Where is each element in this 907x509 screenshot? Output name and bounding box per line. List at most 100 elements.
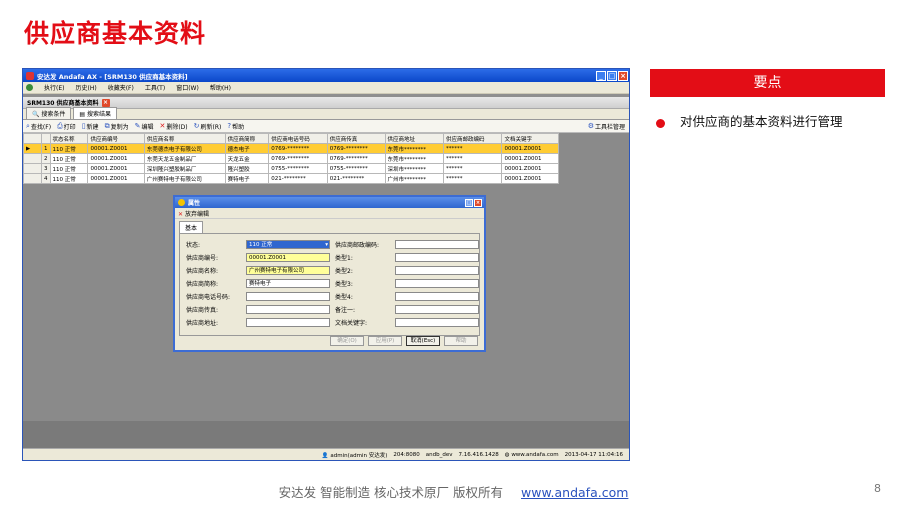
maximize-button[interactable]: □ (607, 70, 617, 81)
window-titlebar[interactable]: 安达发 Andafa AX - [SRM130 供应商基本资料] _ □ × (23, 69, 629, 82)
table-row[interactable]: 3 110 正常 00001.Z0001 深圳隆兴塑胶制品厂 隆兴塑胶 0755… (23, 163, 559, 174)
refresh-icon: ↻ (193, 122, 200, 130)
gear-icon: ⚙ (587, 122, 594, 130)
menu-bar: 执行(E) 历史(H) 收藏夹(F) 工具(T) 窗口(W) 帮助(H) (23, 82, 629, 94)
tab-search-results[interactable]: ▤ 搜索结果 (73, 107, 118, 119)
supplier-name-input[interactable]: 广州赛特电子有限公司 (246, 265, 330, 275)
dialog-form: 状态: 110 正常 ▾ 供应商编号: 00001.Z0001 供应商名称: 广州… (179, 233, 480, 336)
supplier-short-input[interactable]: 赛特电子 (246, 278, 330, 288)
postcode-label: 供应商邮政编码: (335, 241, 380, 249)
menu-help[interactable]: 帮助(H) (210, 83, 231, 92)
type4-input[interactable] (395, 291, 479, 301)
results-grid: 状态名称 供应商编号 供应商名称 供应商简称 供应商电话号码 供应商传真 供应商… (23, 133, 559, 184)
header-phone[interactable]: 供应商电话号码 (268, 133, 328, 144)
delete-button[interactable]: ✕ 删除(D) (159, 122, 187, 131)
menu-history[interactable]: 历史(H) (75, 83, 96, 92)
cancel-button[interactable]: 取消(Esc) (406, 336, 440, 346)
postcode-input[interactable] (395, 239, 479, 249)
slide-footer: 安达发 智能制造 核心技术原厂 版权所有 www.andafa.com (0, 482, 907, 501)
app-window: 安达发 Andafa AX - [SRM130 供应商基本资料] _ □ × 执… (22, 68, 630, 461)
close-button[interactable]: × (618, 70, 628, 81)
dialog-max-button[interactable]: □ (465, 198, 473, 207)
find-button[interactable]: ⌕ 查找(F) (26, 122, 51, 131)
ok-button[interactable]: 确定(O) (330, 336, 364, 346)
dialog-titlebar[interactable]: 属性 □ × (175, 197, 484, 208)
status-site: ◍ www.andafa.com (504, 451, 559, 458)
header-supplier-short[interactable]: 供应商简称 (224, 133, 270, 144)
table-row[interactable]: 2 110 正常 00001.Z0001 东莞天龙五金制品厂 天龙五金 0769… (23, 153, 559, 164)
delete-icon: ✕ (159, 122, 166, 130)
header-postcode[interactable]: 供应商邮政编码 (442, 133, 503, 144)
field-row: 供应商传真: (186, 304, 330, 314)
tab-basic[interactable]: 基本 (179, 221, 204, 233)
status-ip: 7.16.416.1428 (458, 451, 499, 458)
dialog-close-button[interactable]: × (474, 198, 482, 207)
discard-edit-button[interactable]: ✕ 放弃编辑 (178, 209, 209, 218)
grid-area: 状态名称 供应商编号 供应商名称 供应商简称 供应商电话号码 供应商传真 供应商… (23, 133, 629, 421)
refresh-button[interactable]: ↻ 刷新(R) (194, 122, 222, 131)
new-doc-icon: ▯ (81, 122, 86, 130)
edit-button[interactable]: ✎ 编辑 (135, 122, 154, 131)
fax-input[interactable] (246, 304, 330, 314)
toolbar-manage-button[interactable]: ⚙ 工具栏管理 (588, 122, 625, 131)
globe-icon: ◍ (504, 451, 510, 458)
dialog-help-button[interactable]: 帮助 (444, 336, 478, 346)
remark-input[interactable] (395, 304, 479, 314)
mdi-close-button[interactable]: × (101, 98, 110, 107)
tab-search-conditions[interactable]: 🔍 搜索条件 (26, 107, 72, 119)
search-icon: 🔍 (32, 111, 40, 118)
header-supplier-name[interactable]: 供应商名称 (143, 133, 226, 144)
menu-execute[interactable]: 执行(E) (44, 83, 64, 92)
help-icon: ? (227, 122, 232, 130)
header-rownum (41, 133, 51, 144)
discard-icon: ✕ (178, 210, 184, 218)
bullet-dot-icon (656, 119, 665, 128)
supplier-code-input[interactable]: 00001.Z0001 (246, 252, 330, 262)
bullet-text: 对供应商的基本资料进行管理 (680, 114, 843, 129)
run-icon (26, 84, 33, 91)
copy-as-button[interactable]: ⧉ 复制为 (105, 122, 129, 131)
minimize-button[interactable]: _ (596, 70, 606, 81)
table-row[interactable]: ▶ 1 110 正常 00001.Z0001 东莞德杰电子有限公司 德杰电子 0… (23, 143, 559, 154)
menu-favorites[interactable]: 收藏夹(F) (108, 83, 134, 92)
row-pointer-icon: ▶ (23, 143, 42, 154)
status-select[interactable]: 110 正常 ▾ (246, 239, 330, 249)
footer-link[interactable]: www.andafa.com (521, 485, 628, 500)
header-address[interactable]: 供应商地址 (384, 133, 445, 144)
dialog-title: 属性 (188, 200, 201, 207)
mdi-child: SRM130 供应商基本资料 × 🔍 搜索条件 ▤ 搜索结果 ⌕ 查找(F) ⎙ 打… (23, 97, 629, 133)
type1-input[interactable] (395, 252, 479, 262)
field-row: 供应商邮政编码: (335, 239, 479, 249)
phone-input[interactable] (246, 291, 330, 301)
phone-label: 供应商电话号码: (186, 293, 231, 301)
new-button[interactable]: ▯ 新建 (82, 122, 99, 131)
type3-input[interactable] (395, 278, 479, 288)
user-icon: 👤 (321, 452, 329, 459)
menu-window[interactable]: 窗口(W) (176, 83, 199, 92)
print-button[interactable]: ⎙ 打印 (57, 122, 76, 131)
field-row: 供应商地址: (186, 317, 330, 327)
help-button[interactable]: ? 帮助 (227, 122, 244, 131)
supplier-name-label: 供应商名称: (186, 267, 219, 275)
table-row[interactable]: 4 110 正常 00001.Z0001 广州赛特电子有限公司 赛特电子 021… (23, 173, 559, 184)
window-title: 安达发 Andafa AX - [SRM130 供应商基本资料] (37, 72, 188, 81)
field-row: 状态: 110 正常 ▾ (186, 239, 330, 249)
fax-label: 供应商传真: (186, 306, 219, 314)
header-doc-key[interactable]: 文档关键字 (501, 133, 559, 144)
table-header-row: 状态名称 供应商编号 供应商名称 供应商简称 供应商电话号码 供应商传真 供应商… (23, 133, 559, 144)
type2-input[interactable] (395, 265, 479, 275)
field-row: 文档关键字: (335, 317, 479, 327)
header-status[interactable]: 状态名称 (49, 133, 89, 144)
menu-tools[interactable]: 工具(T) (145, 83, 165, 92)
page-number: 8 (874, 482, 881, 495)
doc-key-input[interactable] (395, 317, 479, 327)
header-fax[interactable]: 供应商传真 (326, 133, 386, 144)
doc-key-label: 文档关键字: (335, 319, 368, 327)
edit-icon: ✎ (134, 122, 141, 130)
apply-button[interactable]: 应用(P) (368, 336, 402, 346)
mdi-title: SRM130 供应商基本资料 (27, 100, 99, 107)
copy-icon: ⧉ (104, 121, 110, 130)
status-db: andb_dev (425, 451, 453, 458)
header-supplier-code[interactable]: 供应商编号 (87, 133, 145, 144)
address-input[interactable] (246, 317, 330, 327)
